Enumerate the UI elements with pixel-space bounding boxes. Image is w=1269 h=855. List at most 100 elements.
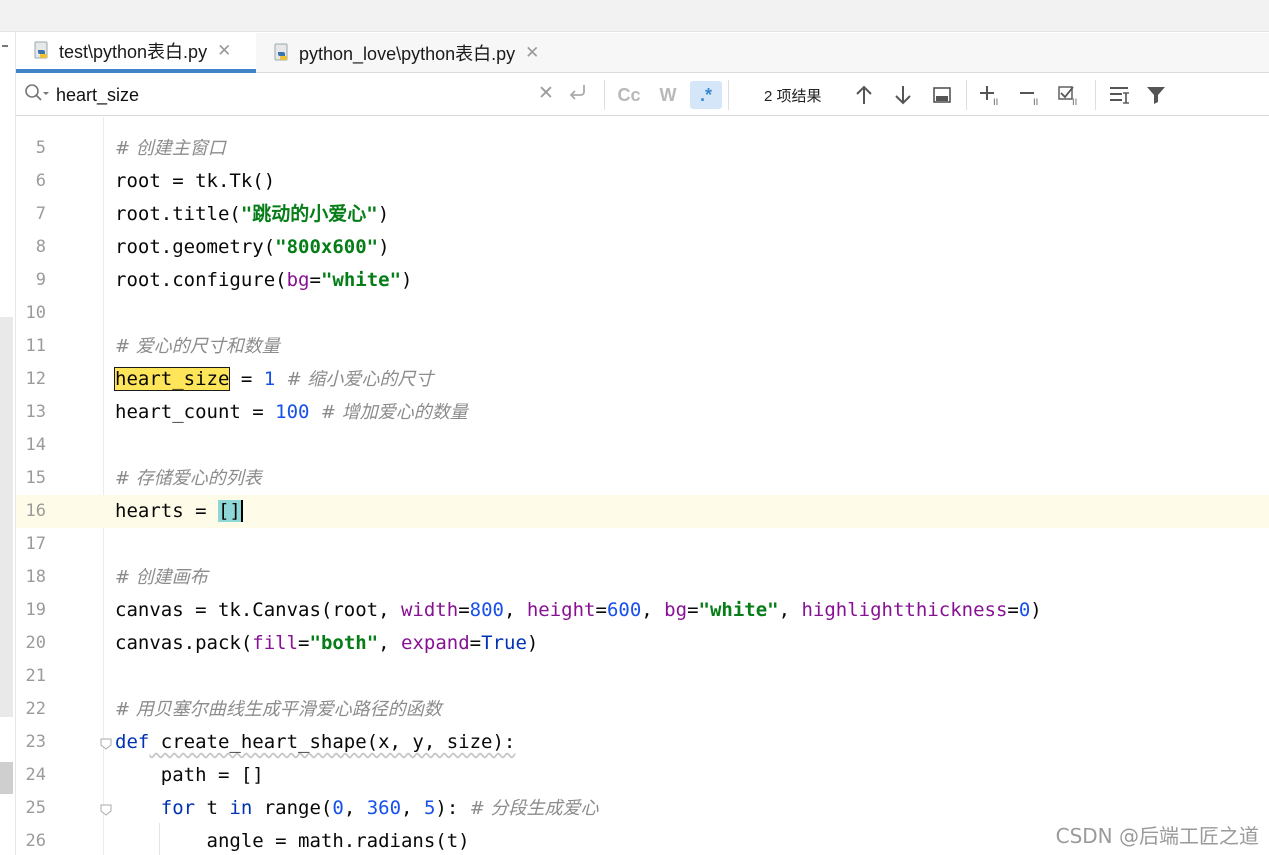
code-text: , (401, 797, 424, 819)
remove-selection-icon[interactable]: II (1018, 81, 1046, 109)
filter-icon[interactable] (1142, 81, 1170, 109)
code-text: hearts = (115, 500, 218, 522)
code-line: 12 heart_size = 1 # 缩小爱心的尺寸 (16, 363, 1269, 396)
select-all-occurrences-icon[interactable]: II (1057, 81, 1085, 109)
keyword-argument: highlightthickness (801, 599, 1008, 621)
new-line-icon[interactable] (568, 83, 588, 106)
string-literal: "800x600" (275, 236, 379, 258)
window-top-strip (0, 0, 1269, 32)
tab-label: python_love\python表白.py (299, 44, 516, 64)
line-number: 5 (35, 138, 46, 158)
matched-bracket: [ (217, 500, 230, 522)
code-text: = (595, 599, 607, 621)
line-number: 13 (25, 402, 46, 422)
code-text: root.geometry( (115, 236, 276, 258)
code-line: 19 canvas = tk.Canvas(root, width=800, h… (16, 594, 1269, 627)
line-number: 10 (25, 303, 46, 323)
code-text: ) (401, 269, 413, 291)
code-text: ) (1030, 599, 1042, 621)
code-text: = (1007, 599, 1019, 621)
comment: # 用贝塞尔曲线生成平滑爱心路径的函数 (115, 699, 442, 720)
string-literal: "white" (320, 269, 402, 291)
python-file-icon (32, 41, 52, 61)
keyword-argument: bg (286, 269, 310, 291)
line-number: 9 (35, 270, 46, 290)
keyword-argument: width (400, 599, 459, 621)
indent-guide (159, 823, 160, 855)
code-line: 6 root = tk.Tk() (16, 165, 1269, 198)
code-text: heart_count = (115, 401, 276, 423)
clear-search-icon[interactable]: ✕ (538, 82, 554, 104)
line-number: 15 (25, 468, 46, 488)
number-literal: 800 (469, 599, 504, 621)
comment: # 分段生成爱心 (458, 798, 599, 819)
next-occurrence-icon[interactable] (889, 81, 917, 109)
code-line: 5 # 创建主窗口 (16, 132, 1269, 165)
line-number: 16 (25, 501, 46, 521)
match-case-toggle[interactable]: Cc (614, 81, 644, 109)
close-icon[interactable]: ✕ (525, 43, 539, 63)
keyword: in (229, 797, 253, 819)
previous-occurrence-icon[interactable] (850, 81, 878, 109)
code-text: = (229, 368, 264, 390)
keyword-argument: height (526, 599, 596, 621)
code-line: 18 # 创建画布 (16, 561, 1269, 594)
line-number: 20 (25, 633, 46, 653)
svg-text:II: II (1072, 98, 1077, 106)
open-in-window-icon[interactable] (928, 81, 956, 109)
svg-text:II: II (1033, 98, 1038, 106)
keyword-argument: bg (664, 599, 688, 621)
add-selection-icon[interactable]: II (978, 81, 1006, 109)
divider (1095, 80, 1096, 110)
close-icon[interactable]: ✕ (217, 41, 231, 61)
comment: # 爱心的尺寸和数量 (115, 336, 280, 357)
left-scroll-thumb[interactable] (0, 762, 13, 794)
code-line: 10 (16, 297, 1269, 330)
keyword: def (115, 731, 150, 753)
tab-test-python[interactable]: test\python表白.py ✕ (16, 33, 256, 73)
whole-words-toggle[interactable]: W (654, 81, 682, 109)
code-text: ) (378, 236, 390, 258)
filter-options-icon[interactable] (1106, 81, 1134, 109)
code-line: 21 (16, 660, 1269, 693)
line-number: 6 (35, 171, 46, 191)
comment: # 缩小爱心的尺寸 (275, 369, 434, 390)
find-bar: heart_size ✕ Cc W .* 2 项结果 II II II (16, 74, 1269, 116)
line-number: 25 (25, 798, 46, 818)
code-editor[interactable]: 4 5 # 创建主窗口 6 root = tk.Tk() 7 root.titl… (16, 117, 1269, 855)
comment: # 存储爱心的列表 (115, 468, 262, 489)
code-text: canvas.pack( (115, 632, 253, 654)
search-input[interactable]: heart_size (56, 85, 139, 106)
fold-toggle-icon[interactable] (100, 735, 112, 750)
code-text: canvas = tk.Canvas(root, (115, 599, 401, 621)
tab-python-love[interactable]: python_love\python表白.py ✕ (256, 33, 576, 73)
line-number: 18 (25, 567, 46, 587)
left-scroll-track[interactable] (0, 317, 13, 717)
search-history-icon[interactable] (24, 83, 50, 107)
code-text: = (687, 599, 699, 621)
code-text: ) (377, 203, 390, 225)
line-number: 22 (25, 699, 46, 719)
number-literal: 600 (606, 599, 642, 621)
keyword: True (481, 632, 527, 654)
python-file-icon (272, 43, 292, 63)
svg-text:II: II (993, 98, 998, 106)
regex-toggle[interactable]: .* (690, 81, 722, 109)
keyword-argument: fill (252, 632, 299, 654)
divider (728, 80, 729, 110)
line-number: 12 (25, 369, 46, 389)
code-line: 24 path = [] (16, 759, 1269, 792)
fold-toggle-icon[interactable] (100, 801, 112, 816)
line-number: 7 (35, 204, 46, 224)
line-number: 4 (16, 117, 46, 121)
string-literal: "跳动的小爱心" (240, 203, 378, 225)
code-line: 22 # 用贝塞尔曲线生成平滑爱心路径的函数 (16, 693, 1269, 726)
line-number: 24 (25, 765, 46, 785)
collapse-icon[interactable] (2, 45, 8, 47)
find-field[interactable]: heart_size ✕ (16, 74, 604, 116)
code-text: = (469, 632, 482, 654)
line-number: 8 (35, 237, 46, 257)
code-text: , (503, 599, 527, 621)
code-line: 15 # 存储爱心的列表 (16, 462, 1269, 495)
code-line: 9 root.configure(bg="white") (16, 264, 1269, 297)
